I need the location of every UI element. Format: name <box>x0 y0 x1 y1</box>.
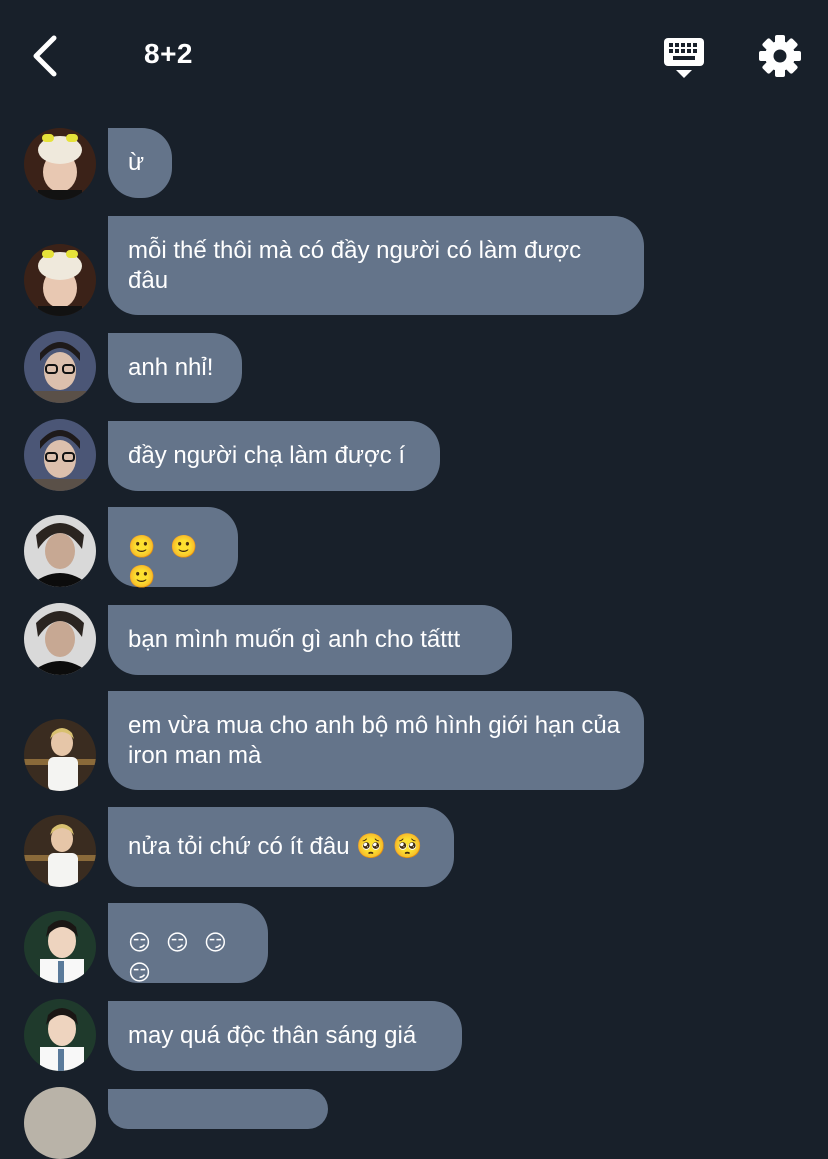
avatar[interactable] <box>24 244 96 316</box>
avatar[interactable] <box>24 331 96 403</box>
avatar[interactable] <box>24 515 96 587</box>
message-list: ừ mỗi thế thôi mà có đầy người có làm đư… <box>0 0 828 1159</box>
avatar[interactable] <box>24 1087 96 1159</box>
message-bubble: 🙂 🙂 🙂 <box>108 507 238 590</box>
avatar[interactable] <box>24 911 96 983</box>
avatar[interactable] <box>24 999 96 1071</box>
message-bubble <box>108 1089 328 1129</box>
message-bubble: may quá độc thân sáng giá <box>108 1001 462 1071</box>
message-bubble: 😏 😏 😏 😏 <box>108 903 268 986</box>
message-bubble: anh nhỉ! <box>108 333 242 403</box>
message-bubble: nửa tỏi chứ có ít đâu 🥺 🥺 <box>108 807 454 887</box>
avatar[interactable] <box>24 815 96 887</box>
avatar[interactable] <box>24 419 96 491</box>
avatar[interactable] <box>24 128 96 200</box>
message-bubble: đầy người chạ làm được í <box>108 421 440 491</box>
message-bubble: bạn mình muốn gì anh cho tấttt <box>108 605 512 675</box>
avatar[interactable] <box>24 603 96 675</box>
avatar[interactable] <box>24 719 96 791</box>
message-bubble: mỗi thế thôi mà có đầy người có làm được… <box>108 216 644 315</box>
message-bubble: ừ <box>108 128 172 198</box>
message-bubble: em vừa mua cho anh bộ mô hình giới hạn c… <box>108 691 644 790</box>
